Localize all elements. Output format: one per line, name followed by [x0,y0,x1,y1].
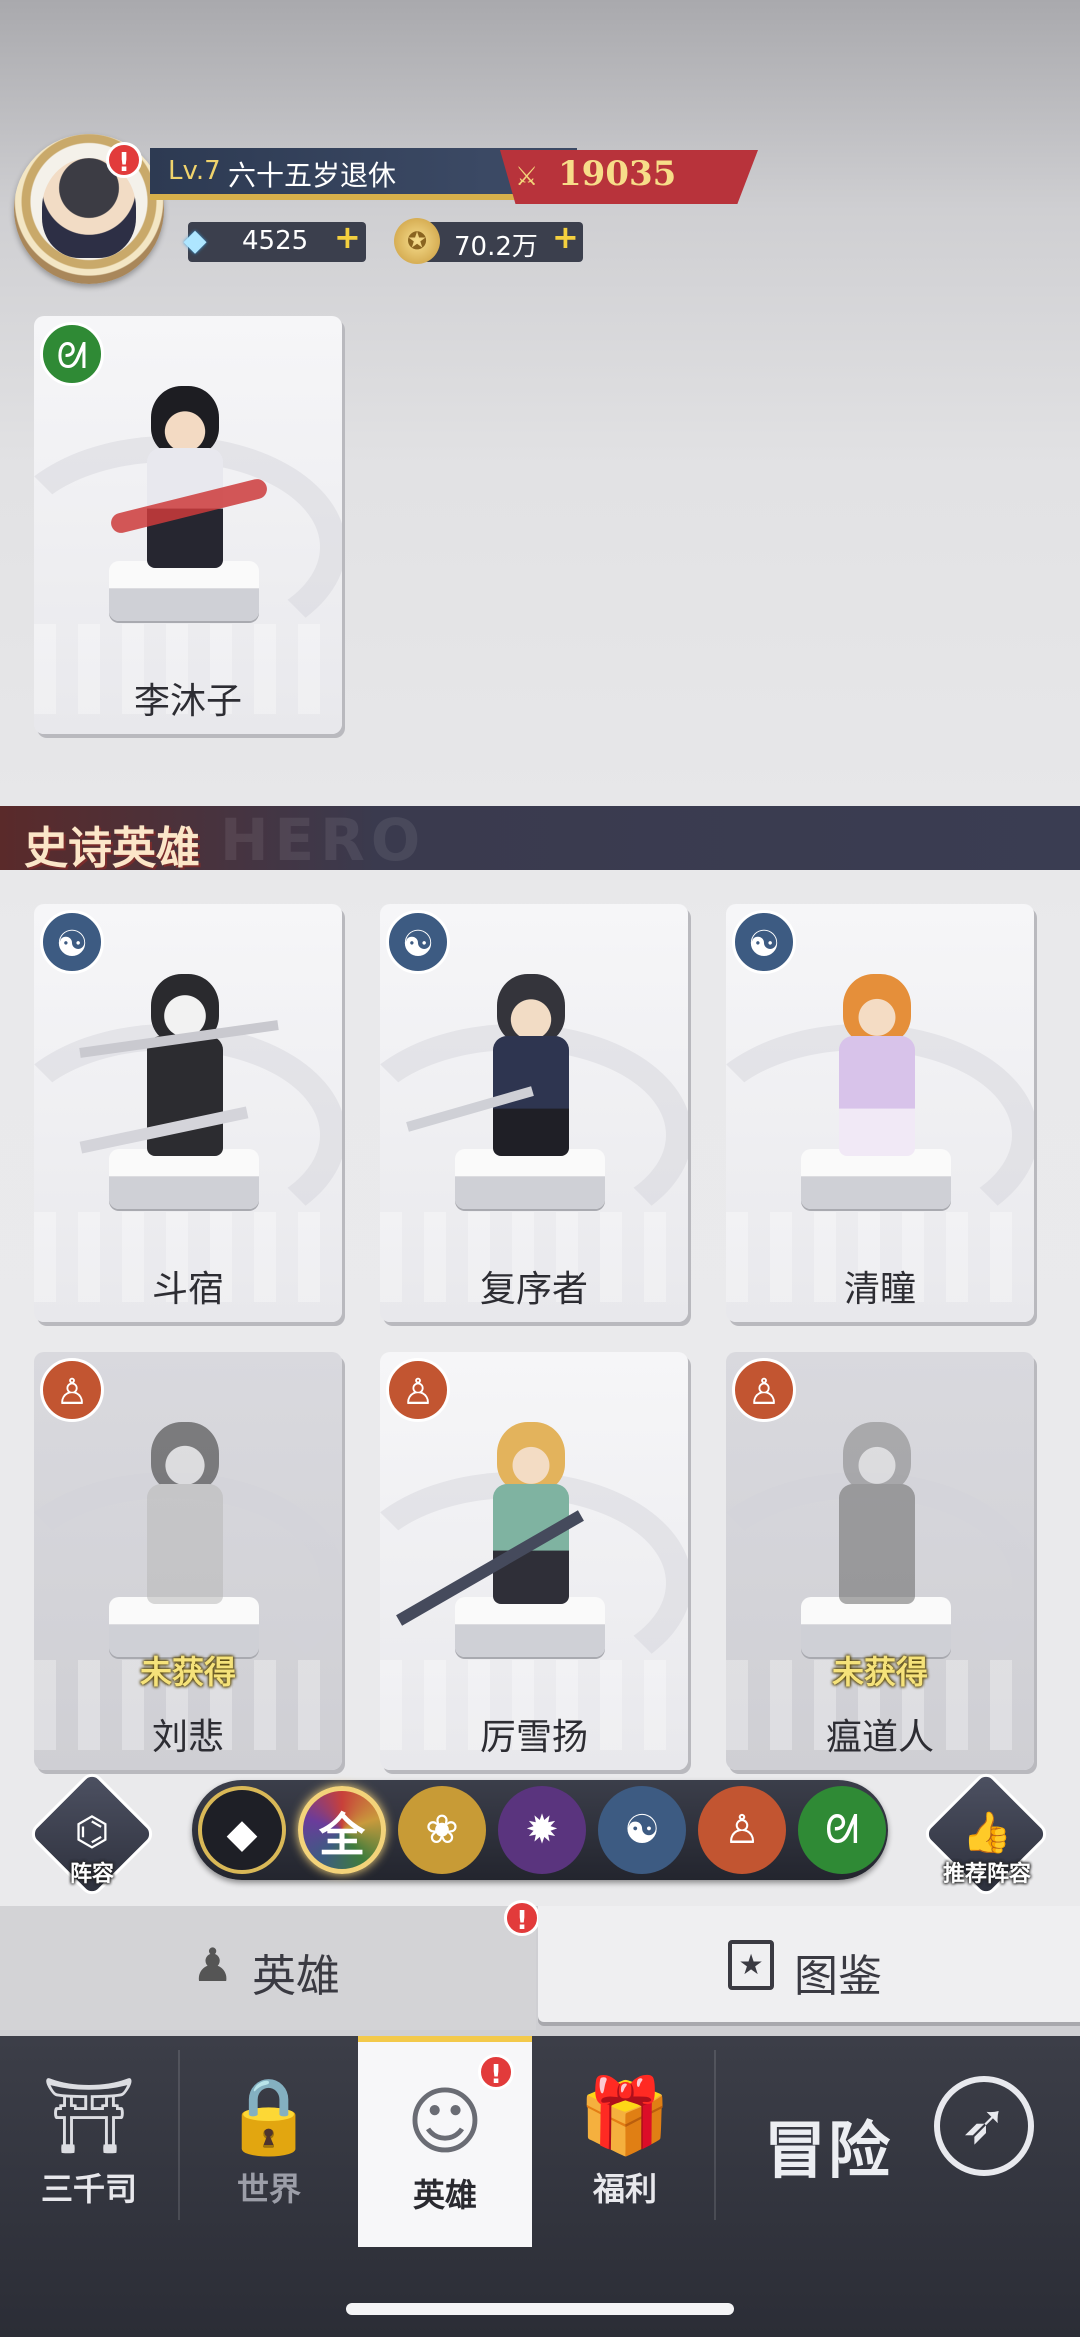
monk-icon: ♙ [724,1807,760,1853]
hero-card-wen-dao-ren[interactable]: ♙ 未获得 瘟道人 [726,1352,1034,1770]
hero-name: 厉雪扬 [479,1717,588,1758]
tab-heroes-label: 英雄 [252,1951,340,2002]
hero-head-icon: ☺ [406,2079,484,2165]
home-indicator[interactable] [346,2303,734,2315]
dna-faction-icon: ᘛ [40,322,104,386]
flame-icon: ✹ [525,1807,559,1853]
not-obtained-label: 未获得 [139,1653,236,1691]
water-faction-icon: ☯ [386,910,450,974]
recommended-formation-label: 推荐阵容 [942,1862,1031,1887]
hero-sprite [821,974,933,1174]
tab-heroes-alert-badge: ! [504,1900,540,1936]
lotus-icon: ❀ [425,1807,459,1853]
hero-sprite [406,974,587,1174]
not-obtained-label: 未获得 [831,1653,928,1691]
hero-card-liu-bei[interactable]: ♙ 未获得 刘悲 [34,1352,342,1770]
nav-item-welfare[interactable]: 🎁 福利 [536,2036,714,2236]
monk-faction-icon: ♙ [386,1358,450,1422]
player-name: 六十五岁退休 [228,159,397,192]
hero-card-qing-tong[interactable]: ☯ 清瞳 [726,904,1034,1322]
epic-section-title: 史诗英雄 [24,823,200,874]
hero-card-li-muzi[interactable]: ᘛ 李沐子 [34,316,342,734]
gift-box-icon: 🎁 [578,2073,672,2159]
hero-name: 李沐子 [133,681,242,722]
monk-faction-icon: ♙ [732,1358,796,1422]
water-swirl-icon: ☯ [624,1807,660,1853]
nav-divider [714,2050,716,2220]
banner-watermark: HERO [220,806,427,874]
hero-sprite [129,1422,241,1622]
hero-card-fu-xu-zhe[interactable]: ☯ 复序者 [380,904,688,1322]
filter-water[interactable]: ☯ [598,1786,686,1874]
hero-sprite [108,386,270,586]
water-faction-icon: ☯ [40,910,104,974]
formation-label: 阵容 [69,1862,114,1887]
filter-lotus[interactable]: ❀ [398,1786,486,1874]
filter-all-button[interactable]: 全 [298,1786,386,1874]
filter-dna[interactable]: ᘛ [798,1786,886,1874]
tab-codex-label: 图鉴 [794,1951,882,2002]
nav-label: 英雄 [412,2176,477,2214]
book-star-icon: ★ [728,1940,774,1990]
avatar-alert-badge: ! [106,142,142,178]
nav-label: 三千司 [40,2170,137,2208]
filter-all-factions[interactable]: ◆ [198,1786,286,1874]
nav-label: 福利 [592,2170,657,2208]
gold-amount: 70.2万 [454,232,538,262]
diamond-icon: ◆ [183,223,207,258]
filter-flame[interactable]: ✹ [498,1786,586,1874]
network-icon: ⌬ [74,1809,110,1855]
thumbs-up-icon: 👍 [962,1810,1012,1856]
adventure-button[interactable]: 冒险 [764,2100,892,2190]
person-icon: ♟ [192,1938,234,1992]
hero-name: 清瞳 [843,1269,916,1310]
temple-icon: ⛩ [42,2073,136,2159]
hero-name: 刘悲 [151,1717,224,1758]
hero-sprite [396,1422,587,1626]
filter-monk[interactable]: ♙ [698,1786,786,1874]
water-faction-icon: ☯ [732,910,796,974]
coin-icon: ✪ [394,218,440,264]
power-value: 19035 [558,154,677,194]
nav-heroes-alert-badge: ! [478,2054,514,2090]
diamond-grid-icon: ◆ [226,1811,258,1857]
hero-card-li-xue-yang[interactable]: ♙ 厉雪扬 [380,1352,688,1770]
hero-name: 瘟道人 [825,1717,934,1758]
add-gems-button[interactable]: + [334,218,361,256]
nav-item-world[interactable]: 🔒 世界 [180,2036,358,2236]
gem-amount: 4525 [242,226,309,256]
hero-sprite [821,1422,933,1622]
hero-card-dou-su[interactable]: ☯ 斗宿 [34,904,342,1322]
player-level: Lv.7 [168,156,221,186]
all-label: 全 [319,1808,365,1862]
hero-sprite [79,974,279,1174]
nav-item-sanqiansi[interactable]: ⛩ 三千司 [0,2036,178,2236]
locked-globe-icon: 🔒 [222,2073,316,2159]
hero-name: 复序者 [479,1269,588,1310]
hero-name: 斗宿 [151,1269,224,1310]
nav-label: 世界 [236,2170,301,2208]
monk-faction-icon: ♙ [40,1358,104,1422]
add-gold-button[interactable]: + [552,218,579,256]
compass-icon: ➶ [934,2076,1034,2176]
dna-icon: ᘛ [824,1807,860,1853]
power-icon: ⚔ [515,162,539,192]
